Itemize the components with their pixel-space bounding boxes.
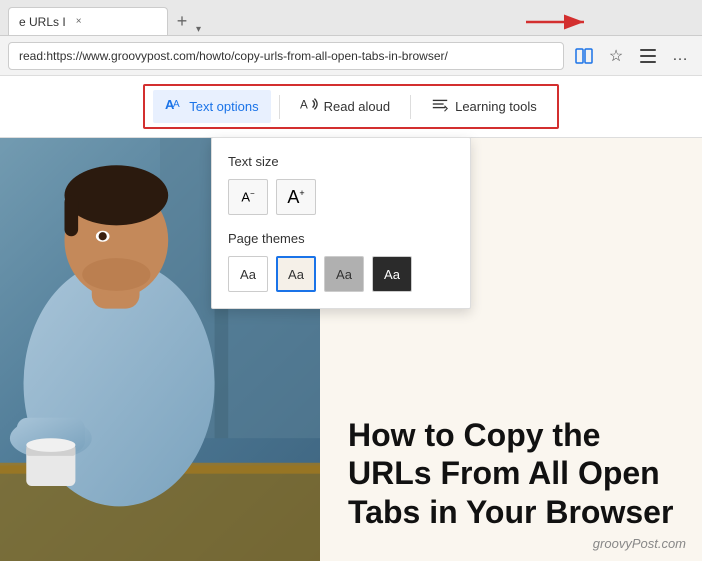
tab-title: e URLs I (19, 15, 66, 29)
page-themes-title: Page themes (228, 231, 454, 246)
site-watermark: groovyPost.com (593, 536, 686, 551)
toolbar-divider-1 (279, 95, 280, 119)
text-options-label: Text options (189, 99, 258, 114)
reader-toolbar: A A Text options A Read aloud (143, 84, 559, 129)
increase-text-size-button[interactable]: A+ (276, 179, 316, 215)
theme-light-button[interactable]: Aa (276, 256, 316, 292)
page-themes-controls: Aa Aa Aa Aa (228, 256, 454, 292)
address-bar: read:https://www.groovypost.com/howto/co… (0, 36, 702, 76)
article-title: How to Copy the URLs From All Open Tabs … (348, 416, 678, 531)
hub-icon[interactable] (634, 42, 662, 70)
tab-list-chevron[interactable]: ▾ (196, 24, 201, 35)
more-tools-icon[interactable]: … (666, 42, 694, 70)
decrease-text-icon: A− (241, 189, 254, 204)
decrease-text-size-button[interactable]: A− (228, 179, 268, 215)
toolbar-icons: ☆ … (570, 42, 694, 70)
svg-text:A: A (300, 99, 308, 112)
theme-dark-button[interactable]: Aa (372, 256, 412, 292)
learning-tools-icon (431, 96, 449, 117)
read-aloud-button[interactable]: A Read aloud (288, 90, 403, 123)
favorites-star-icon[interactable]: ☆ (602, 42, 630, 70)
read-aloud-icon: A (300, 96, 318, 117)
read-aloud-label: Read aloud (324, 99, 391, 114)
text-size-title: Text size (228, 154, 454, 169)
text-size-controls: A− A+ (228, 179, 454, 215)
tab-bar: e URLs I × + ▾ (0, 0, 702, 36)
browser-frame: e URLs I × + ▾ read:https://www.groovypo… (0, 0, 702, 561)
text-options-panel: Text size A− A+ Page themes Aa Aa Aa (211, 137, 471, 309)
active-tab[interactable]: e URLs I × (8, 7, 168, 35)
address-text: read:https://www.groovypost.com/howto/co… (19, 49, 448, 63)
address-input[interactable]: read:https://www.groovypost.com/howto/co… (8, 42, 564, 70)
new-tab-button[interactable]: + (168, 7, 196, 35)
learning-tools-label: Learning tools (455, 99, 537, 114)
text-options-icon: A A (165, 96, 183, 117)
increase-text-icon: A+ (287, 187, 304, 208)
text-options-button[interactable]: A A Text options (153, 90, 270, 123)
learning-tools-button[interactable]: Learning tools (419, 90, 549, 123)
toolbar-divider-2 (410, 95, 411, 119)
reader-toolbar-wrapper: A A Text options A Read aloud (0, 76, 702, 138)
svg-text:A: A (173, 99, 180, 110)
theme-gray-button[interactable]: Aa (324, 256, 364, 292)
tab-close-button[interactable]: × (72, 15, 86, 29)
theme-white-button[interactable]: Aa (228, 256, 268, 292)
reader-view-icon[interactable] (570, 42, 598, 70)
